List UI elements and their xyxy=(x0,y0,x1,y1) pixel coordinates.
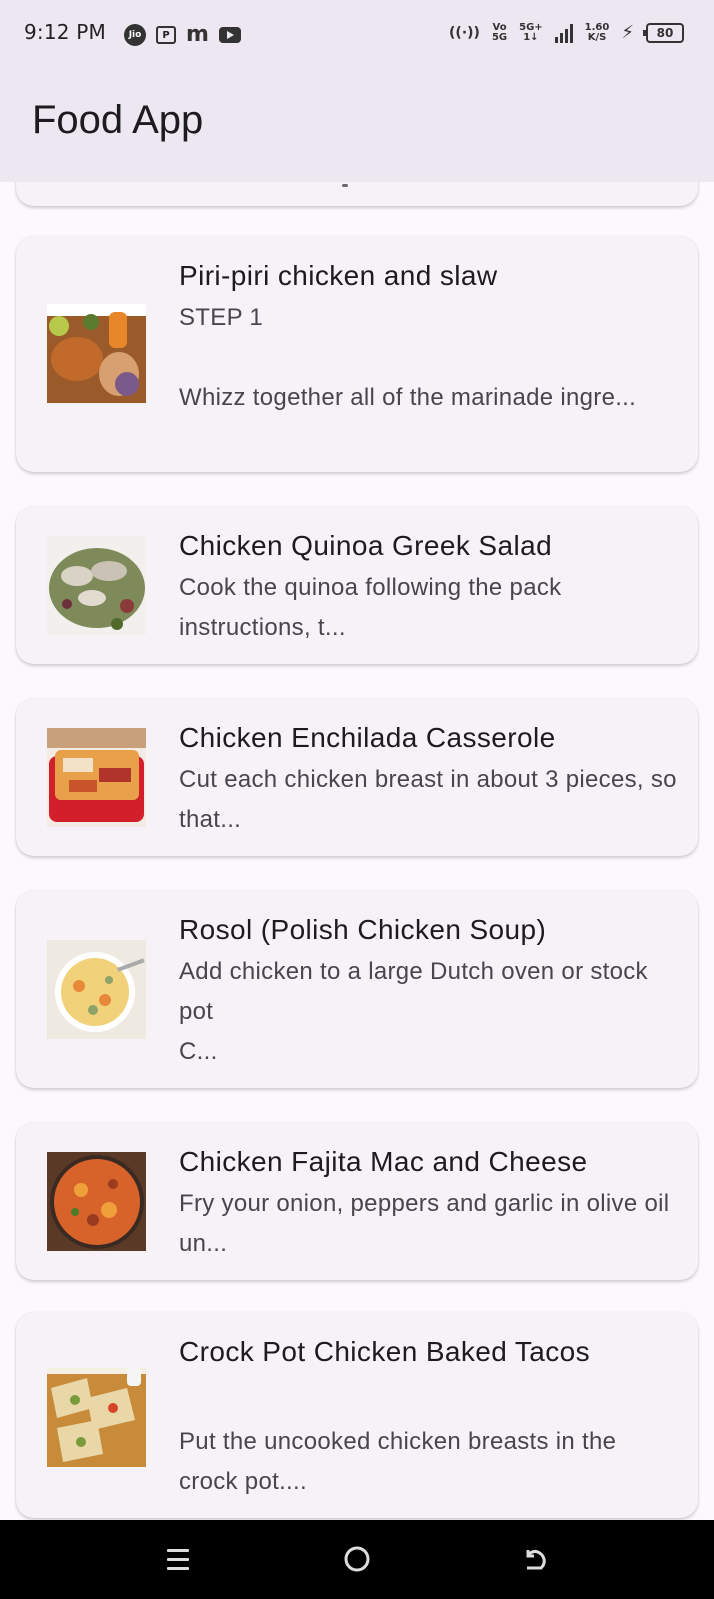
charging-icon: ⚡ xyxy=(621,22,634,43)
jio-icon: Jio xyxy=(124,24,146,46)
recipe-card[interactable]: Crock Pot Chicken Baked Tacos Put the un… xyxy=(16,1312,698,1518)
recipe-card[interactable]: Chicken Enchilada Casserole Cut each chi… xyxy=(16,698,698,856)
network-speed: 1.60 K/S xyxy=(584,21,610,43)
system-icons: ((·)) Vo 5G 5G+ 1↓ 1.60 K/S ⚡ 80 xyxy=(449,22,684,43)
recipe-title: Chicken Fajita Mac and Cheese xyxy=(179,1146,588,1177)
recipe-thumbnail xyxy=(47,1368,146,1467)
speed-value: 1.60 xyxy=(584,21,610,33)
volte-bottom: 5G xyxy=(491,31,508,43)
speed-unit: K/S xyxy=(587,31,607,43)
status-time: 9:12 PM xyxy=(24,20,106,44)
recipe-card[interactable]: Piri-piri chicken and slaw STEP 1 Whizz … xyxy=(16,236,698,472)
recipe-card[interactable]: Chicken Quinoa Greek Salad Cook the quin… xyxy=(16,506,698,664)
recipe-card-partial[interactable] xyxy=(16,182,698,206)
recipe-description: Cut each chicken breast in about 3 piece… xyxy=(179,766,677,833)
paytm-icon: P xyxy=(156,26,176,44)
notification-icons: Jio P m xyxy=(124,24,241,46)
recipe-thumbnail xyxy=(47,728,146,827)
network-bottom: 1↓ xyxy=(523,31,539,43)
signal-icon xyxy=(554,23,573,43)
recipe-title: Chicken Enchilada Casserole xyxy=(179,722,556,753)
recipe-thumbnail xyxy=(47,536,146,635)
recipe-card[interactable]: Rosol (Polish Chicken Soup) Add chicken … xyxy=(16,890,698,1088)
recipe-title: Chicken Quinoa Greek Salad xyxy=(179,530,553,561)
recipe-description: Put the uncooked chicken breasts in the … xyxy=(179,1428,617,1495)
recipe-description: Add chicken to a large Dutch oven or sto… xyxy=(179,958,648,1065)
recipe-description: Fry your onion, peppers and garlic in ol… xyxy=(179,1190,670,1257)
volte-top: Vo xyxy=(492,21,507,33)
app-title: Food App xyxy=(32,98,204,142)
recipe-thumbnail xyxy=(47,940,146,1039)
recipe-description: Cook the quinoa following the pack instr… xyxy=(179,574,562,641)
app-bar: Food App xyxy=(0,72,714,182)
status-bar: 9:12 PM Jio P m ((·)) Vo 5G 5G+ 1↓ 1.60 … xyxy=(0,0,714,72)
network-top: 5G+ xyxy=(519,21,543,33)
recipe-list[interactable]: Piri-piri chicken and slaw STEP 1 Whizz … xyxy=(0,182,714,1520)
system-nav-bar xyxy=(0,1520,714,1599)
volte-icon: Vo 5G xyxy=(491,21,508,43)
hotspot-icon: ((·)) xyxy=(449,24,480,41)
recipe-thumbnail xyxy=(47,1152,146,1251)
battery-icon: 80 xyxy=(643,22,684,43)
home-icon[interactable] xyxy=(337,1540,377,1580)
youtube-icon xyxy=(218,27,241,43)
recipe-title: Rosol (Polish Chicken Soup) xyxy=(179,914,547,945)
network-type-icon: 5G+ 1↓ xyxy=(519,21,543,43)
recipe-thumbnail xyxy=(47,304,146,403)
recipe-title: Piri-piri chicken and slaw xyxy=(179,260,498,291)
m-icon: m xyxy=(186,22,209,47)
back-icon[interactable] xyxy=(515,1540,555,1580)
menu-icon[interactable] xyxy=(159,1540,199,1580)
recipe-title: Crock Pot Chicken Baked Tacos xyxy=(179,1336,591,1367)
recipe-description: STEP 1 Whizz together all of the marinad… xyxy=(179,304,637,411)
recipe-card[interactable]: Chicken Fajita Mac and Cheese Fry your o… xyxy=(16,1122,698,1280)
